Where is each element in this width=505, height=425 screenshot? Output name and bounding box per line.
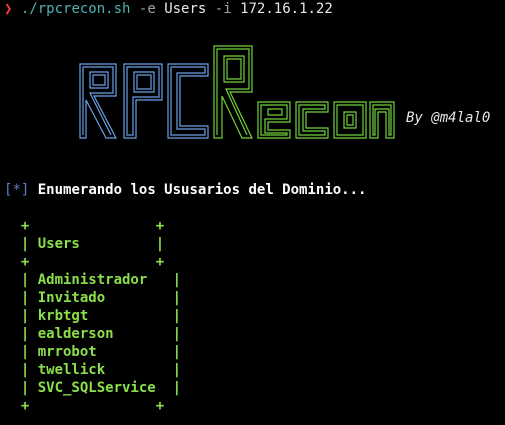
table-row: | mrrobot | <box>4 344 182 360</box>
table-row: | SVC_SQLService | <box>4 380 182 396</box>
author-credit: By @m4lal0 <box>406 110 491 126</box>
logo-letter-r1 <box>79 63 117 139</box>
arg-i: 172.16.1.22 <box>240 1 333 17</box>
flag-i: -i <box>214 1 232 17</box>
status-close-bracket: ] <box>20 182 30 198</box>
logo-letter-e <box>257 101 291 139</box>
table-row: | Invitado | <box>4 290 182 306</box>
table-header: | Users | <box>4 236 165 252</box>
arg-e: Users <box>164 1 207 17</box>
logo-letter-n <box>369 101 395 139</box>
logo-letter-c <box>167 63 209 139</box>
command-line: ❯ ./rpcrecon.sh -e Users -i 172.16.1.22 <box>4 0 333 18</box>
logo-letter-r2 <box>213 45 253 139</box>
status-message: Enumerando los Ususarios del Dominio... <box>37 182 367 198</box>
command-name: ./rpcrecon.sh <box>20 1 131 17</box>
status-line: [*] Enumerando los Ususarios del Dominio… <box>4 181 366 199</box>
table-row: | ealderson | <box>4 326 182 342</box>
status-marker: * <box>12 182 21 198</box>
table-row: | twellick | <box>4 362 182 378</box>
table-row: | krbtgt | <box>4 308 182 324</box>
logo-letter-p <box>123 63 163 139</box>
table-border-top: + + <box>4 218 165 234</box>
table-border-bottom: + + <box>4 398 165 414</box>
logo-letter-c2 <box>295 101 329 139</box>
logo-letter-o <box>333 101 367 139</box>
rpcrecon-logo-svg <box>79 45 395 139</box>
table-row: | Administrador | <box>4 272 182 288</box>
table-border-mid: + + <box>4 254 165 270</box>
flag-e: -e <box>138 1 156 17</box>
rpcrecon-logo <box>76 42 396 142</box>
prompt-arrow-icon: ❯ <box>4 1 13 17</box>
